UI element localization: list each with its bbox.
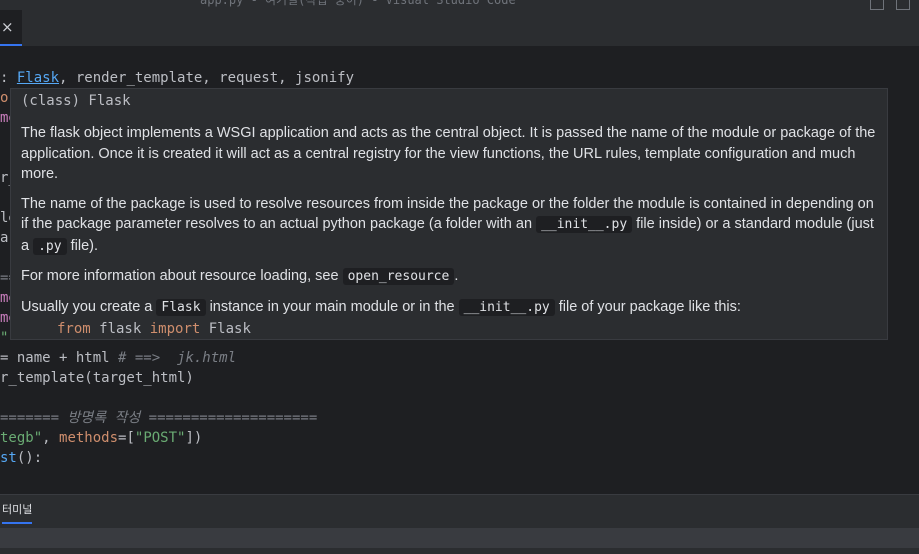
inline-code: open_resource <box>342 268 455 285</box>
code-token: " <box>0 330 9 346</box>
code-token: (): <box>16 450 43 466</box>
layout-icon[interactable] <box>870 0 884 10</box>
title-bar: app.py - 여기결(작업 중이) - Visual Studio Code <box>0 0 919 10</box>
tooltip-docstring: The flask object implements a WSGI appli… <box>21 123 879 327</box>
editor-tab-bar: × <box>0 10 919 46</box>
hover-tooltip: (class) Flask The flask object implement… <box>10 88 888 340</box>
code-token: =[ <box>118 430 135 446</box>
code-line[interactable]: r_template(target_html) <box>0 368 194 388</box>
inline-code: __init__.py <box>458 298 555 316</box>
code-line[interactable]: st(): <box>0 448 42 468</box>
code-token: = name + html <box>0 350 119 366</box>
layout-panel-icon[interactable] <box>896 0 910 10</box>
code-token: r_template(target_html) <box>0 370 194 386</box>
doc-paragraph: The name of the package is used to resol… <box>21 195 874 255</box>
code-token: st <box>0 450 17 466</box>
code-line[interactable]: : Flask, render_template, request, jsoni… <box>0 68 354 88</box>
doc-paragraph: Usually you create a Flask instance in y… <box>21 298 741 316</box>
code-token: : <box>0 70 17 86</box>
code-line[interactable]: " <box>0 328 8 348</box>
tooltip-signature: (class) Flask <box>21 93 131 109</box>
code-line[interactable]: tegb", methods=["POST"]) <box>0 428 202 448</box>
inline-code: __init__.py <box>536 216 633 233</box>
tab-terminal[interactable]: 터미널 <box>2 501 33 524</box>
code-line[interactable]: ======= 방명록 작성 ==================== <box>0 408 317 428</box>
code-token: tegb" <box>0 430 43 446</box>
code-token: , <box>42 430 60 446</box>
inline-code: Flask <box>156 298 206 316</box>
code-line[interactable]: = name + html # ==> jk.html <box>0 348 236 368</box>
code-token: # ==> jk.html <box>118 350 237 366</box>
code-token: Flask <box>16 70 60 86</box>
code-token: methods <box>59 430 119 446</box>
panel-tab-bar: 터미널 <box>0 494 919 528</box>
window-title: app.py - 여기결(작업 중이) - Visual Studio Code <box>200 0 516 7</box>
inline-code: .py <box>33 237 67 255</box>
code-token: , render_template, request, jsonify <box>59 70 355 86</box>
code-token: "POST" <box>134 430 186 446</box>
code-token: ]) <box>185 430 203 446</box>
editor-tab[interactable]: × <box>0 10 22 46</box>
tooltip-code-example: from flask import Flask <box>57 321 251 337</box>
terminal-panel[interactable] <box>0 528 919 548</box>
doc-paragraph: The flask object implements a WSGI appli… <box>21 125 876 182</box>
status-bar <box>0 548 919 554</box>
close-icon[interactable]: × <box>1 18 14 36</box>
code-token: ======= 방명록 작성 ==================== <box>0 410 318 426</box>
doc-paragraph: For more information about resource load… <box>21 268 459 285</box>
